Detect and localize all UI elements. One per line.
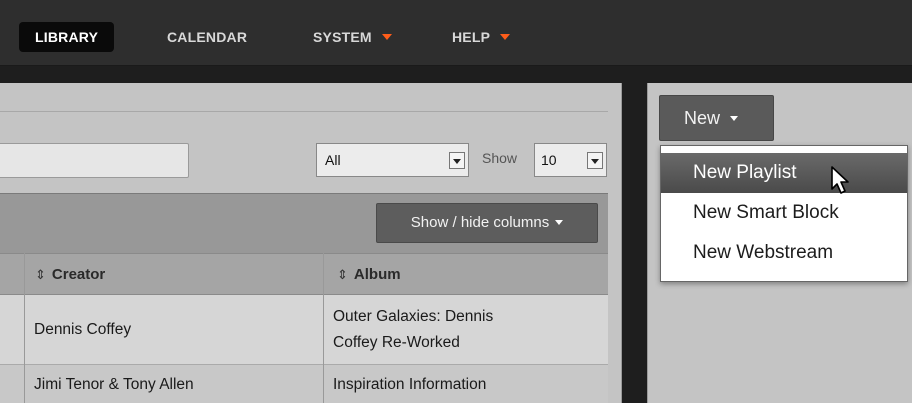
menu-item-new-webstream[interactable]: New Webstream — [661, 233, 907, 273]
column-header-creator[interactable]: ⇕ Creator — [35, 254, 105, 296]
column-header-label: Album — [353, 266, 401, 283]
chevron-down-icon — [381, 34, 392, 41]
table-row[interactable]: Jimi Tenor & Tony Allen Inspiration Info… — [0, 365, 608, 403]
dropdown-arrow-icon[interactable] — [449, 152, 465, 169]
page-size-select[interactable]: 10 — [534, 143, 607, 177]
column-divider — [323, 253, 324, 403]
filter-select-value: All — [325, 152, 341, 168]
show-hide-columns-button[interactable]: Show / hide columns — [376, 203, 598, 243]
table-toolbar: Show / hide columns — [0, 193, 608, 253]
column-header-album[interactable]: ⇕ Album — [337, 254, 401, 296]
nav-system[interactable]: SYSTEM — [313, 22, 392, 52]
new-button[interactable]: New — [659, 95, 774, 141]
menu-item-new-smart-block[interactable]: New Smart Block — [661, 193, 907, 233]
nav-help-label: HELP — [452, 29, 491, 45]
chevron-down-icon — [500, 34, 511, 41]
nav-help[interactable]: HELP — [452, 22, 511, 52]
top-navigation: LIBRARY CALENDAR SYSTEM HELP — [0, 0, 912, 66]
new-button-label: New — [684, 108, 721, 128]
nav-system-label: SYSTEM — [313, 29, 372, 45]
new-dropdown-menu: New Playlist New Smart Block New Webstre… — [660, 145, 908, 282]
chevron-down-icon — [555, 219, 564, 225]
sort-icon: ⇕ — [35, 267, 46, 282]
library-panel: All Show 10 Show / hide columns ⇕ Creator… — [0, 83, 622, 403]
cell-creator: Dennis Coffey — [34, 321, 132, 338]
cell-album-line2: Coffey Re-Worked — [333, 334, 460, 351]
mouse-cursor-icon — [831, 166, 849, 194]
filter-select[interactable]: All — [316, 143, 469, 177]
divider — [0, 111, 608, 112]
menu-item-new-playlist[interactable]: New Playlist — [661, 153, 907, 193]
show-label: Show — [482, 150, 518, 166]
nav-calendar[interactable]: CALENDAR — [167, 22, 247, 52]
page-size-value: 10 — [541, 152, 557, 168]
cell-creator: Jimi Tenor & Tony Allen — [34, 376, 194, 393]
table-header: ⇕ Creator ⇕ Album — [0, 253, 608, 295]
chevron-down-icon — [730, 115, 739, 121]
search-input[interactable] — [0, 143, 189, 178]
table-row[interactable]: Dennis Coffey Outer Galaxies: Dennis Cof… — [0, 295, 608, 365]
dropdown-arrow-icon[interactable] — [587, 152, 603, 169]
show-hide-columns-label: Show / hide columns — [410, 214, 550, 231]
column-header-label: Creator — [51, 266, 106, 283]
cell-album: Inspiration Information — [333, 376, 487, 393]
nav-library[interactable]: LIBRARY — [19, 22, 115, 52]
cell-album: Outer Galaxies: Dennis — [333, 308, 494, 325]
sort-icon: ⇕ — [337, 267, 348, 282]
column-divider — [24, 253, 25, 403]
